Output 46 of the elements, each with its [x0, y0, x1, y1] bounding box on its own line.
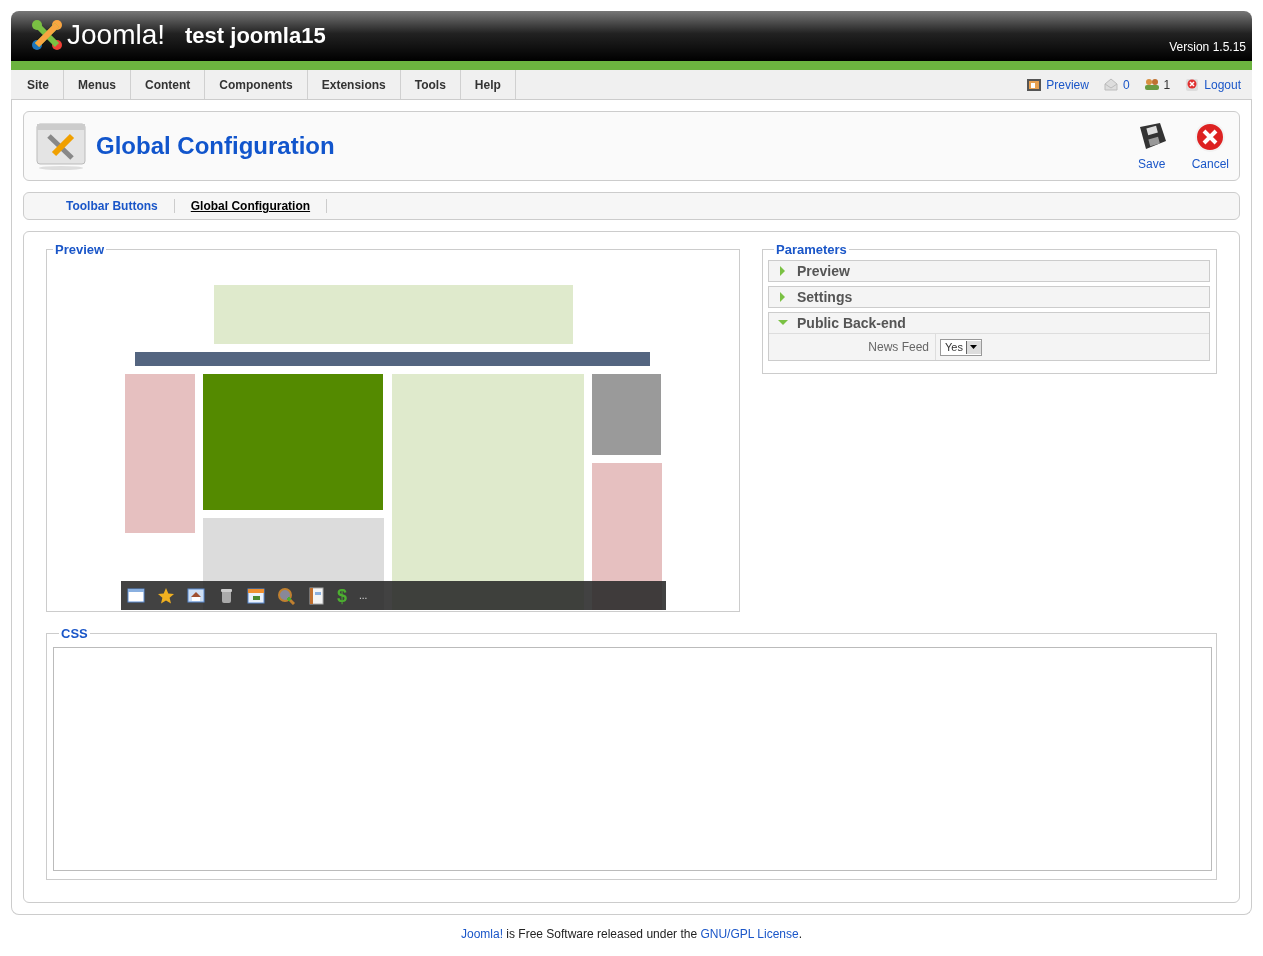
menu-item[interactable]: Extensions	[307, 70, 401, 99]
panel-legend: Parameters	[774, 242, 849, 257]
envelope-icon	[1102, 76, 1119, 93]
field-label: News Feed	[868, 340, 929, 354]
menu-item[interactable]: Menus	[64, 70, 132, 99]
notebook-icon[interactable]	[307, 586, 325, 605]
save-button[interactable]: Save	[1133, 119, 1170, 173]
accordion-header[interactable]: Settings	[769, 287, 1209, 307]
users-icon	[1143, 76, 1160, 93]
logout-icon	[1184, 76, 1201, 93]
page-title: Global Configuration	[96, 132, 335, 160]
star-icon[interactable]	[157, 586, 175, 605]
submenu-link[interactable]: Toolbar Buttons	[50, 199, 175, 213]
site-name: test joomla15	[185, 23, 326, 49]
footer-text: Joomla! is Free Software released under the GNU/GPL License.	[459, 927, 804, 941]
menu-item[interactable]: Tools	[400, 70, 461, 99]
cancel-icon	[1194, 121, 1227, 153]
joomla-logo-icon	[29, 17, 65, 53]
status-link[interactable]: Preview	[1046, 77, 1089, 92]
version-text: Version 1.5.15	[1169, 40, 1246, 54]
monitor-icon	[1026, 76, 1043, 93]
menu-item[interactable]: Help	[460, 70, 516, 99]
calendar-icon[interactable]	[247, 586, 265, 605]
submenu-link[interactable]: Global Configuration	[174, 199, 328, 213]
cancel-button[interactable]: Cancel	[1189, 119, 1231, 173]
panel-legend: CSS	[59, 626, 90, 641]
footer-link[interactable]: Joomla!	[460, 927, 503, 941]
status-count: 1	[1163, 77, 1171, 92]
status-count: 0	[1122, 77, 1130, 92]
accordion-header[interactable]: Preview	[769, 261, 1209, 281]
tools-icon	[36, 122, 86, 170]
more-link[interactable]: ...	[359, 590, 368, 601]
footer-link[interactable]: GNU/GPL License	[700, 927, 799, 941]
caret-icon	[970, 345, 978, 349]
magnifier-icon[interactable]	[277, 586, 295, 605]
dollar-icon[interactable]: $	[337, 586, 347, 605]
status-link[interactable]: Logout	[1204, 77, 1241, 92]
menu-item[interactable]: Site	[11, 70, 64, 99]
accordion-header[interactable]: Public Back-end	[769, 313, 1209, 333]
select-field[interactable]: Yes	[940, 338, 982, 356]
window-icon[interactable]	[127, 586, 145, 605]
panel-legend: Preview	[53, 242, 107, 257]
menu-item[interactable]: Content	[131, 70, 206, 99]
logo-text: Joomla!	[67, 19, 166, 51]
house-icon[interactable]	[187, 586, 205, 605]
menu-item[interactable]: Components	[205, 70, 308, 99]
